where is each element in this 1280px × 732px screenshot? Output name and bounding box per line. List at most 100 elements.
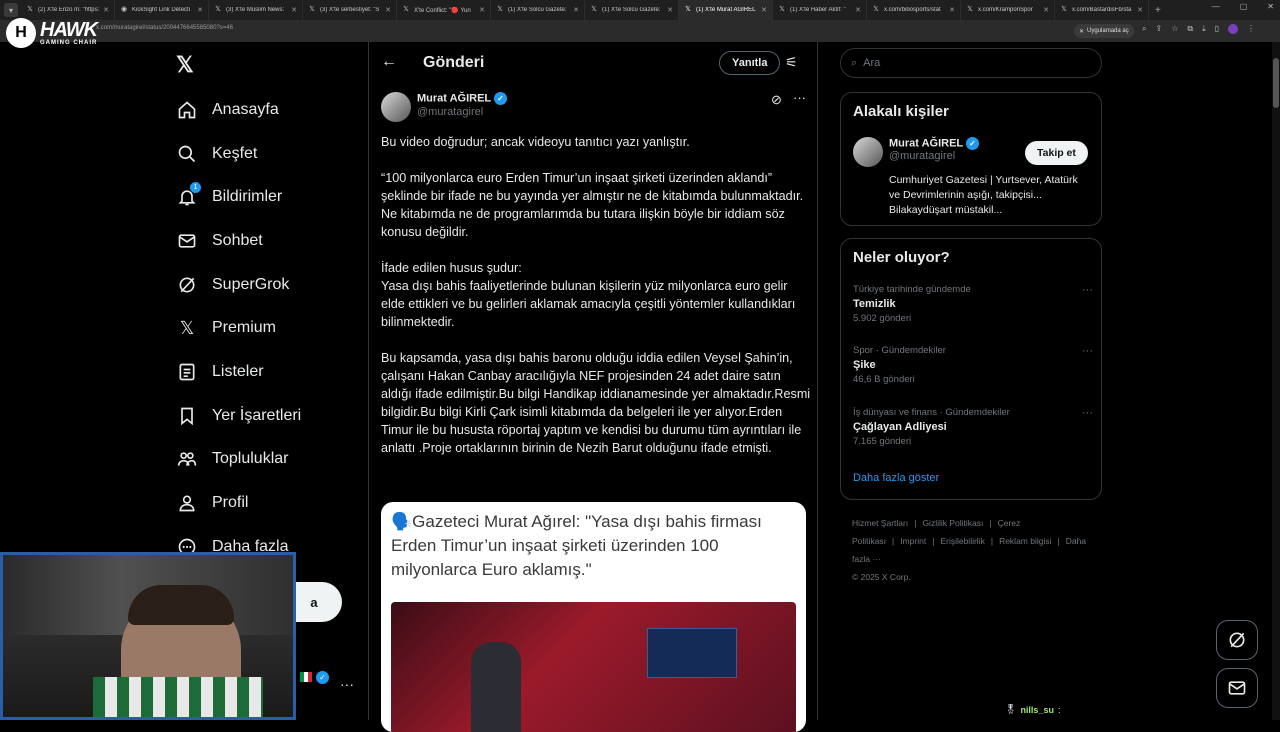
italy-flag-icon (300, 672, 312, 682)
trend-more-icon[interactable]: ··· (1082, 284, 1093, 296)
search-placeholder: Ara (863, 57, 881, 69)
post-author[interactable]: Murat AĞIREL ✓ @muratagirel (381, 92, 508, 122)
page-title: Gönderi (423, 54, 485, 71)
reply-button[interactable]: Yanıtla (719, 51, 781, 75)
browser-tab[interactable]: 𝕏 (1) X'te Solcu Gazete: ✕ (585, 0, 679, 20)
download-icon[interactable]: ⤓ (1202, 24, 1206, 34)
author-avatar[interactable] (381, 92, 411, 122)
open-in-app-button[interactable]: ✕ Uygulamada aç (1074, 24, 1134, 38)
scrollbar-thumb[interactable] (1273, 58, 1279, 108)
extensions-icon[interactable]: ⧉ (1187, 24, 1193, 34)
nav-item-profile[interactable]: Profil (176, 481, 301, 525)
sidebar-icon[interactable]: ▯ (1215, 24, 1219, 34)
footer-link[interactable]: Reklam bilgisi (999, 536, 1051, 546)
footer-link[interactable]: Erişilebilirlik (940, 536, 984, 546)
tab-close-icon[interactable]: ✕ (855, 6, 861, 14)
messages-fab-button[interactable] (1216, 668, 1258, 708)
video-thumbnail[interactable] (391, 602, 796, 732)
share-icon[interactable]: ⇪ (1155, 24, 1162, 34)
new-tab-button[interactable]: + (1155, 5, 1161, 16)
verified-icon: ✓ (966, 137, 980, 150)
minimize-button[interactable]: — (1212, 2, 1220, 11)
trend-item[interactable]: İş dünyası ve finans · Gündemdekiler Çağ… (853, 407, 1093, 447)
trend-item[interactable]: Türkiye tarihinde gündemde Temizlik 5.90… (853, 284, 1093, 324)
nav-item-lists[interactable]: Listeler (176, 350, 301, 394)
tab-close-icon[interactable]: ✕ (667, 6, 673, 14)
browser-tab[interactable]: 𝕏 (1) X'te Murat AĞIREL ✕ (679, 0, 773, 20)
nav-item-premium[interactable]: 𝕏 Premium (176, 306, 301, 350)
nav-item-bookmarks[interactable]: Yer İşaretleri (176, 394, 301, 438)
x-icon: 𝕏 (179, 317, 195, 338)
browser-tab[interactable]: 𝕏 (3) X'te serbestiyet: "S ✕ (303, 0, 397, 20)
chat-badge-icon: 🎖 (1005, 704, 1017, 714)
nav-item-explore[interactable]: Keşfet (176, 132, 301, 176)
profile-avatar[interactable] (1228, 24, 1239, 34)
follow-button[interactable]: Takip et (1025, 141, 1088, 165)
related-person[interactable]: Murat AĞIREL ✓ @muratagirel (853, 137, 980, 167)
nav-label: Listeler (212, 362, 264, 380)
tab-close-icon[interactable]: ✕ (1137, 6, 1143, 14)
post-media[interactable]: 🗣️Gazeteci Murat Ağırel: "Yasa dışı bahi… (381, 502, 806, 732)
search-input[interactable]: ⌕ Ara (840, 48, 1102, 78)
footer-link[interactable]: Gizlilik Politikası (922, 518, 983, 528)
nav-item-chat[interactable]: Sohbet (176, 219, 301, 263)
browser-tab[interactable]: ◉ KickSight Link Detecti ✕ (115, 0, 209, 20)
browser-tab[interactable]: 𝕏 (2) X'te Enzo m: "https: ✕ (21, 0, 115, 20)
show-more-link[interactable]: Daha fazla göster (853, 472, 939, 484)
related-avatar[interactable] (853, 137, 883, 167)
tab-close-icon[interactable]: ✕ (761, 6, 767, 14)
browser-tab[interactable]: 𝕏x.com/KramponSpor ✕ (961, 0, 1055, 20)
browser-tab[interactable]: 𝕏x.com/bibosports/stat ✕ (867, 0, 961, 20)
grok-icon[interactable]: ⊘ (771, 92, 782, 108)
tab-close-icon[interactable]: ✕ (291, 6, 297, 14)
url-field[interactable]: x.com/muratagirel/status/200447664558508… (96, 25, 233, 31)
nav-label: Topluluklar (212, 450, 289, 468)
x-logo-icon[interactable]: 𝕏 (176, 52, 194, 78)
tab-close-icon[interactable]: ✕ (479, 6, 485, 14)
tab-close-icon[interactable]: ✕ (573, 6, 579, 14)
grok-fab-button[interactable] (1216, 620, 1258, 660)
browser-tab[interactable]: 𝕏 (1) X'te Solcu Gazete: ✕ (491, 0, 585, 20)
left-nav: Anasayfa Keşfet 1 Bildirimler Sohbet Sup… (176, 88, 301, 569)
footer-separator: | (892, 536, 895, 546)
browser-tab[interactable]: 𝕏 (3) X'te Muslim News: ✕ (209, 0, 303, 20)
browser-tab[interactable]: 𝕏 (1) X'te Haber Aktif: " ✕ (773, 0, 867, 20)
tab-list-button[interactable]: ▾ (4, 3, 18, 17)
account-more-icon[interactable]: ··· (340, 676, 354, 692)
related-name[interactable]: Murat AĞIREL (889, 137, 963, 149)
trend-more-icon[interactable]: ··· (1082, 345, 1093, 357)
tab-favicon-icon: 𝕏 (27, 6, 33, 13)
tab-close-icon[interactable]: ✕ (103, 6, 109, 14)
more-options-icon[interactable]: ··· (793, 90, 806, 105)
tab-close-icon[interactable]: ✕ (949, 6, 955, 14)
author-name[interactable]: Murat AĞIREL (417, 92, 491, 104)
footer-link[interactable]: Imprint (900, 536, 926, 546)
back-arrow-icon[interactable]: ← (381, 53, 397, 71)
tab-favicon-icon: 𝕏 (591, 6, 597, 13)
footer-separator: | (914, 518, 917, 528)
footer-link[interactable]: Hizmet Şartları (852, 518, 908, 528)
tab-close-icon[interactable]: ✕ (197, 6, 203, 14)
author-handle[interactable]: @muratagirel (417, 106, 507, 118)
page-scrollbar[interactable] (1272, 42, 1280, 720)
tab-close-icon[interactable]: ✕ (1043, 6, 1049, 14)
browser-tab[interactable]: 𝕏 X'te Conflict: "🔴 Yun ✕ (397, 0, 491, 20)
star-icon[interactable]: ☆ (1171, 24, 1178, 34)
media-caption: 🗣️Gazeteci Murat Ağırel: "Yasa dışı bahi… (391, 512, 762, 579)
nav-item-home[interactable]: Anasayfa (176, 88, 301, 132)
close-window-button[interactable]: ✕ (1267, 2, 1274, 11)
home-icon (176, 99, 198, 121)
trend-more-icon[interactable]: ··· (1082, 407, 1093, 419)
nav-item-communities[interactable]: Topluluklar (176, 438, 301, 482)
filter-settings-icon[interactable]: ⚟ (785, 54, 798, 71)
streamer-shirt (93, 677, 263, 717)
zoom-icon[interactable]: ⌕ (1142, 24, 1146, 34)
trend-category: İş dünyası ve finans · Gündemdekiler (853, 407, 1010, 418)
maximize-button[interactable]: ▢ (1240, 2, 1248, 11)
trend-item[interactable]: Spor · Gündemdekiler Şike 46,6 B gönderi… (853, 345, 1093, 385)
menu-icon[interactable]: ⋮ (1247, 24, 1255, 34)
nav-item-supergrok[interactable]: SuperGrok (176, 263, 301, 307)
browser-tab[interactable]: 𝕏x.com/BastardisFb/sta ✕ (1055, 0, 1149, 20)
tab-close-icon[interactable]: ✕ (385, 6, 391, 14)
nav-item-notifications[interactable]: 1 Bildirimler (176, 175, 301, 219)
